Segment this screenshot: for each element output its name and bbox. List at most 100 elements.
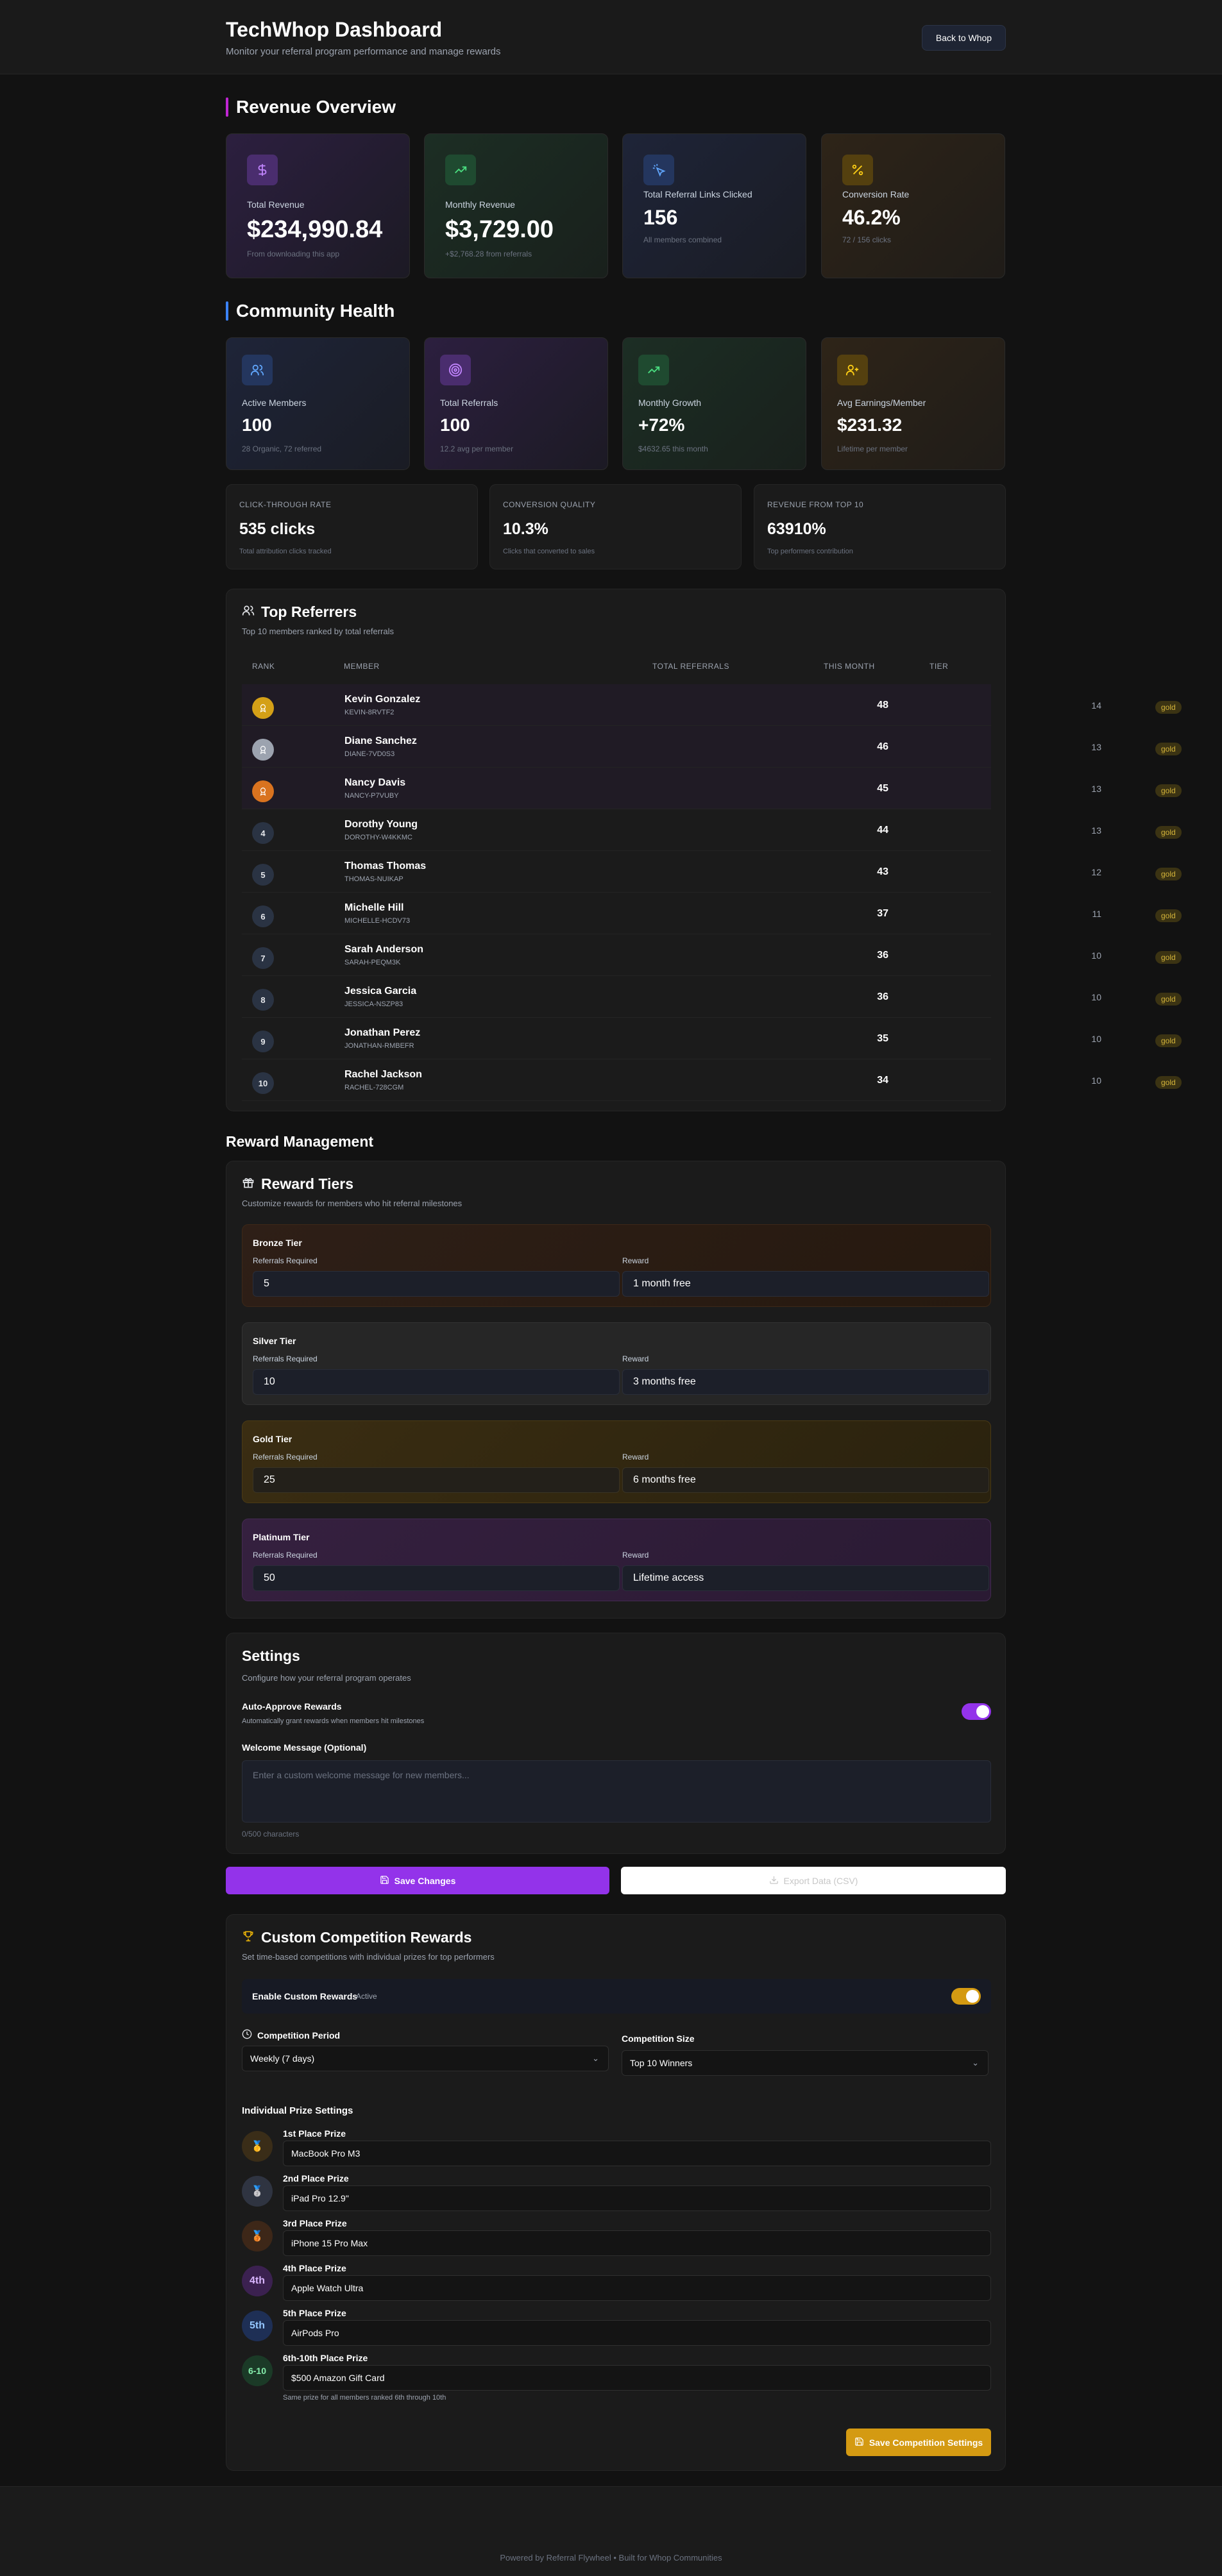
revenue-top10-card: REVENUE FROM TOP 10 63910% Top performer… (754, 484, 1006, 569)
fourth-place-prize-input[interactable]: Apple Watch Ultra (283, 2275, 991, 2301)
bronze-medal-icon: 🥉 (242, 2221, 273, 2252)
settings-title: Settings (242, 1647, 300, 1664)
mini-value: 63910% (767, 520, 826, 538)
table-row: 8 Jessica Garcia JESSICA-NSZP83 36 10 gold (242, 976, 1182, 1018)
member-name: Rachel Jackson (344, 1069, 422, 1080)
toggle-knob (966, 1990, 979, 2003)
rank-badge: 10 (252, 1072, 274, 1094)
enable-custom-toggle[interactable] (951, 1988, 981, 2005)
silver-reward-input[interactable]: 3 months free (622, 1369, 989, 1395)
card-value: $234,990.84 (247, 216, 383, 243)
prize-row-4: 4th 4th Place Prize Apple Watch Ultra (242, 2263, 991, 2301)
total-referrals: 43 (877, 866, 888, 877)
auto-approve-subtext: Automatically grant rewards when members… (242, 1717, 425, 1725)
tier-name: Bronze Tier (253, 1238, 302, 1248)
fifth-place-badge: 5th (242, 2311, 273, 2341)
table-row: 4 Dorothy Young DOROTHY-W4KKMC 44 13 gold (242, 809, 1182, 851)
card-subtext: All members combined (643, 235, 722, 244)
reward-management-heading: Reward Management (226, 1133, 374, 1150)
competition-title: Custom Competition Rewards (242, 1929, 471, 1946)
links-clicked-card: Total Referral Links Clicked 156 All mem… (622, 133, 806, 278)
referrals-label: Referrals Required (253, 1354, 318, 1363)
heading-accent-bar (226, 301, 228, 321)
prize-label: 2nd Place Prize (283, 2173, 349, 2184)
top-referrers-subtitle: Top 10 members ranked by total referrals (242, 627, 394, 636)
third-place-prize-input[interactable]: iPhone 15 Pro Max (283, 2230, 991, 2256)
chevron-down-icon: ⌄ (972, 2058, 979, 2067)
table-row: 7 Sarah Anderson SARAH-PEQM3K 36 10 gold (242, 934, 1182, 976)
platinum-referrals-input[interactable]: 50 (253, 1565, 620, 1591)
member-name: Sarah Anderson (344, 944, 423, 955)
bronze-referrals-input[interactable]: 5 (253, 1271, 620, 1297)
fifth-place-prize-input[interactable]: AirPods Pro (283, 2320, 991, 2346)
prize-row-6: 6-10 6th-10th Place Prize $500 Amazon Gi… (242, 2353, 991, 2391)
member-name: Jonathan Perez (344, 1027, 421, 1038)
export-csv-label: Export Data (CSV) (783, 1875, 858, 1886)
mini-value: 10.3% (503, 520, 548, 538)
rank-badge: 5 (252, 864, 274, 886)
revenue-heading-text: Revenue Overview (236, 97, 396, 117)
tier-badge: gold (1155, 868, 1182, 880)
medal-icon (252, 697, 274, 719)
save-competition-button[interactable]: Save Competition Settings (846, 2429, 991, 2456)
silver-referrals-input[interactable]: 10 (253, 1369, 620, 1395)
this-month-referrals: 10 (1091, 1034, 1101, 1044)
card-subtext: $4632.65 this month (638, 444, 708, 453)
mini-label: CLICK-THROUGH RATE (239, 500, 332, 509)
competition-period-value: Weekly (7 days) (250, 2053, 315, 2064)
reward-tiers-title: Reward Tiers (242, 1175, 353, 1193)
trophy-icon (242, 1929, 255, 1946)
chevron-down-icon: ⌄ (592, 2053, 599, 2063)
member-name: Nancy Davis (344, 777, 406, 788)
member-code: DOROTHY-W4KKMC (344, 834, 412, 841)
back-to-whop-button[interactable]: Back to Whop (922, 25, 1006, 51)
gold-referrals-input[interactable]: 25 (253, 1467, 620, 1493)
prize-row-5: 5th 5th Place Prize AirPods Pro (242, 2308, 991, 2346)
reward-tiers-panel: Reward Tiers Customize rewards for membe… (226, 1161, 1006, 1619)
bronze-reward-input[interactable]: 1 month free (622, 1271, 989, 1297)
competition-size-select[interactable]: Top 10 Winners ⌄ (622, 2050, 989, 2076)
member-code: JESSICA-NSZP83 (344, 1000, 403, 1008)
rank-badge: 9 (252, 1031, 274, 1052)
welcome-message-textarea[interactable]: Enter a custom welcome message for new m… (242, 1760, 991, 1823)
referrals-label: Referrals Required (253, 1551, 318, 1560)
second-place-prize-input[interactable]: iPad Pro 12.9" (283, 2185, 991, 2211)
medal-icon (252, 780, 274, 802)
prize-row-2: 🥈 2nd Place Prize iPad Pro 12.9" (242, 2173, 991, 2211)
auto-approve-toggle[interactable] (962, 1703, 991, 1720)
card-subtext: +$2,768.28 from referrals (445, 249, 532, 258)
gift-icon (242, 1175, 255, 1193)
tier-badge: gold (1155, 1076, 1182, 1089)
card-label: Total Referral Links Clicked (643, 189, 752, 199)
sixth-tenth-place-prize-input[interactable]: $500 Amazon Gift Card (283, 2365, 991, 2391)
total-referrals: 44 (877, 825, 888, 836)
sixth-tenth-place-badge: 6-10 (242, 2355, 273, 2386)
member-name: Jessica Garcia (344, 986, 417, 997)
member-code: RACHEL-728CGM (344, 1084, 404, 1091)
mini-value: 535 clicks (239, 520, 316, 538)
top-referrers-title-text: Top Referrers (261, 603, 357, 620)
rank-badge: 6 (252, 905, 274, 927)
enable-custom-label: Enable Custom Rewards (252, 1991, 358, 2001)
export-csv-button[interactable]: Export Data (CSV) (621, 1867, 1006, 1894)
competition-size-label: Competition Size (622, 2033, 695, 2044)
target-icon (440, 355, 471, 385)
gold-reward-input[interactable]: 6 months free (622, 1467, 989, 1493)
tier-badge: gold (1155, 743, 1182, 755)
monthly-revenue-card: Monthly Revenue $3,729.00 +$2,768.28 fro… (424, 133, 608, 278)
tier-badge: gold (1155, 701, 1182, 714)
competition-period-select[interactable]: Weekly (7 days) ⌄ (242, 2046, 609, 2071)
clock-icon (242, 2029, 252, 2041)
save-competition-label: Save Competition Settings (869, 2437, 983, 2448)
prize-label: 1st Place Prize (283, 2128, 346, 2139)
prize-note: Same prize for all members ranked 6th th… (283, 2394, 446, 2402)
mini-subtext: Total attribution clicks tracked (239, 548, 332, 555)
first-place-prize-input[interactable]: MacBook Pro M3 (283, 2141, 991, 2166)
this-month-referrals: 13 (1091, 784, 1101, 794)
heading-accent-bar (226, 97, 228, 117)
revenue-heading: Revenue Overview (226, 96, 396, 118)
platinum-reward-input[interactable]: Lifetime access (622, 1565, 989, 1591)
save-changes-button[interactable]: Save Changes (226, 1867, 609, 1894)
toggle-knob (976, 1705, 989, 1718)
community-heading-text: Community Health (236, 301, 395, 321)
